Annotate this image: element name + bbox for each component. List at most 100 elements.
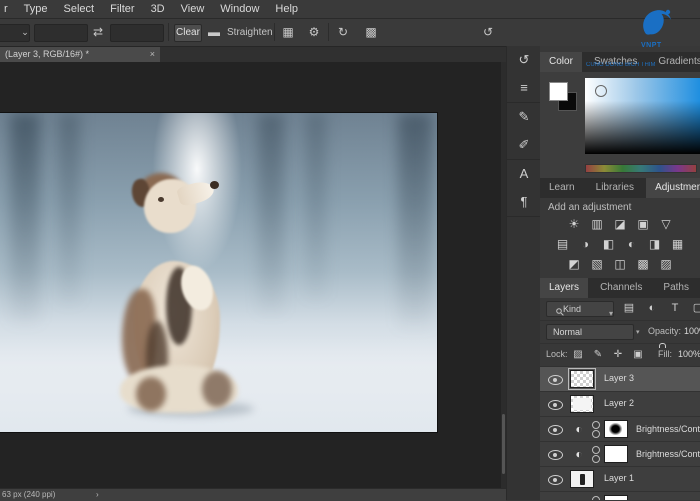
adjustment-hue-saturation-icon[interactable]: ▤ [555,238,570,251]
layer-mask-thumbnail[interactable] [604,420,628,438]
watermark-overlay-text: CUNG DONG BICH THIM [586,62,656,68]
adjustment-selective-color-icon[interactable]: ▨ [659,258,674,271]
color-field[interactable] [585,78,700,154]
reset-icon[interactable]: ↺ [480,24,496,40]
layer-name[interactable]: Brightness/Contras [636,448,700,461]
tab-channels[interactable]: Channels [591,278,651,298]
layer-row-layer2[interactable]: Layer 2 [540,392,700,417]
adjustment-invert-icon[interactable]: ◩ [567,258,582,271]
swap-dimensions-icon[interactable]: ⇄ [91,24,105,40]
crop-rotate-icon[interactable]: ↻ [335,24,351,40]
layer-mask-thumbnail[interactable] [604,445,628,463]
layer-row-layer3[interactable]: Layer 3 [540,367,700,392]
menu-item-layer-partial[interactable]: r [4,3,8,15]
document-image[interactable] [0,113,437,432]
layer-name[interactable]: Layer 3 [604,373,634,383]
crop-height-input[interactable] [110,24,164,42]
layer-mask-thumbnail[interactable] [604,495,628,500]
adjustment-threshold-icon[interactable]: ◫ [613,258,628,271]
lock-transparent-pixels-icon[interactable]: ▨ [572,347,584,362]
canvas-area[interactable] [0,62,506,488]
adjustment-brightness-contrast-icon[interactable]: ☀ [567,218,582,231]
menu-item-window[interactable]: Window [220,3,259,15]
layer-name[interactable]: Layer 1 [604,473,634,483]
foreground-color-swatch[interactable] [549,82,568,101]
menu-item-view[interactable]: View [181,3,205,15]
status-chevron-icon[interactable]: › [96,490,99,499]
close-icon[interactable]: × [150,47,155,62]
clear-button[interactable]: Clear [174,24,202,42]
straighten-label[interactable]: Straighten [227,24,273,40]
adjustment-exposure-icon[interactable]: ▣ [636,218,651,231]
tab-gradients[interactable]: Gradients [649,52,700,72]
filter-adjustment-layers-icon[interactable]: ◐ [645,301,659,316]
visibility-eye-icon[interactable] [548,400,563,410]
fill-value[interactable]: 100% [678,349,700,359]
opacity-value[interactable]: 100% [684,326,700,336]
layer-name[interactable]: Layer 2 [604,398,634,408]
menu-item-help[interactable]: Help [275,3,298,15]
lock-image-pixels-icon[interactable]: ✎ [592,347,604,362]
layer-row-layer1[interactable]: Layer 1 [540,467,700,492]
adjustment-photo-filter-icon[interactable]: ◐ [624,238,639,251]
adjustment-levels-icon[interactable]: ▥ [590,218,605,231]
crop-settings-gear-icon[interactable]: ⚙ [306,24,322,40]
visibility-eye-icon[interactable] [548,450,563,460]
tab-adjustments[interactable]: Adjustments [646,178,700,198]
filter-pixel-layers-icon[interactable]: ▤ [622,301,636,316]
content-aware-icon[interactable]: ▩ [362,24,380,40]
adjustment-gradient-map-icon[interactable]: ▩ [636,258,651,271]
mask-link-icon[interactable] [592,421,600,438]
menu-item-type[interactable]: Type [24,3,48,15]
blend-mode-select[interactable]: Normal [546,324,634,340]
mask-link-icon[interactable] [592,496,600,500]
menu-item-3d[interactable]: 3D [151,3,165,15]
tab-paths[interactable]: Paths [654,278,698,298]
kind-filter-select[interactable]: Kind ▾ [546,301,614,318]
layer-row-brightness-contrast-1[interactable]: ◐ Brightness/Contras [540,417,700,442]
crop-grid-overlay-icon[interactable]: ▦ [280,24,296,40]
menu-item-filter[interactable]: Filter [110,3,134,15]
adjustment-curves-icon[interactable]: ◪ [613,218,628,231]
adjustment-channel-mixer-icon[interactable]: ◨ [647,238,662,251]
hue-slider[interactable] [585,164,697,173]
character-panel-icon[interactable]: A [514,165,534,183]
lock-position-icon[interactable]: ✛ [612,347,624,362]
layer-row-brightness-contrast-2[interactable]: ◐ Brightness/Contras [540,442,700,467]
brush-settings-panel-icon[interactable]: ✎ [514,108,534,126]
menu-item-select[interactable]: Select [64,3,95,15]
layer-thumbnail[interactable] [568,368,596,390]
history-panel-icon[interactable]: ↺ [514,51,534,69]
menu-bar: r Type Select Filter 3D View Window Help [0,0,700,19]
tab-layers[interactable]: Layers [540,278,589,298]
adjustment-black-white-icon[interactable]: ◧ [601,238,616,251]
layer-thumbnail[interactable] [570,395,594,413]
straighten-icon[interactable]: ▬ [206,24,222,40]
layer-name[interactable]: Brightness/Contras [636,423,700,436]
crop-width-input[interactable] [34,24,88,42]
filter-type-layers-icon[interactable]: T [668,301,682,316]
visibility-eye-icon[interactable] [548,475,563,485]
adjustment-posterize-icon[interactable]: ▧ [590,258,605,271]
color-cursor[interactable] [595,85,607,97]
properties-panel-icon[interactable]: ≡ [514,79,534,97]
paragraph-panel-icon[interactable]: ¶ [514,193,534,211]
document-tab[interactable]: (Layer 3, RGB/16#) * × [0,47,160,62]
adjustment-color-balance-icon[interactable]: ◑ [578,238,593,251]
mask-link-icon[interactable] [592,446,600,463]
tab-learn[interactable]: Learn [540,178,584,198]
filter-shape-layers-icon[interactable]: ▢ [691,301,700,316]
layer-thumbnail[interactable] [570,470,594,488]
visibility-eye-icon[interactable] [548,425,563,435]
lock-artboard-icon[interactable]: ▣ [632,347,644,362]
adjustment-vibrance-icon[interactable]: ▽ [659,218,674,231]
tab-libraries[interactable]: Libraries [587,178,643,198]
visibility-eye-icon[interactable] [548,375,563,385]
layer-row-color-balance-1[interactable]: ◐ Color Balance 1 [540,492,700,500]
brushes-panel-icon[interactable]: ✐ [514,136,534,154]
tab-color[interactable]: Color [540,52,582,72]
adjustment-layer-icon: ◐ [575,447,583,461]
adjustment-color-lookup-icon[interactable]: ▦ [670,238,685,251]
vnpt-logo [643,9,671,35]
scrollbar-handle[interactable] [502,414,505,474]
